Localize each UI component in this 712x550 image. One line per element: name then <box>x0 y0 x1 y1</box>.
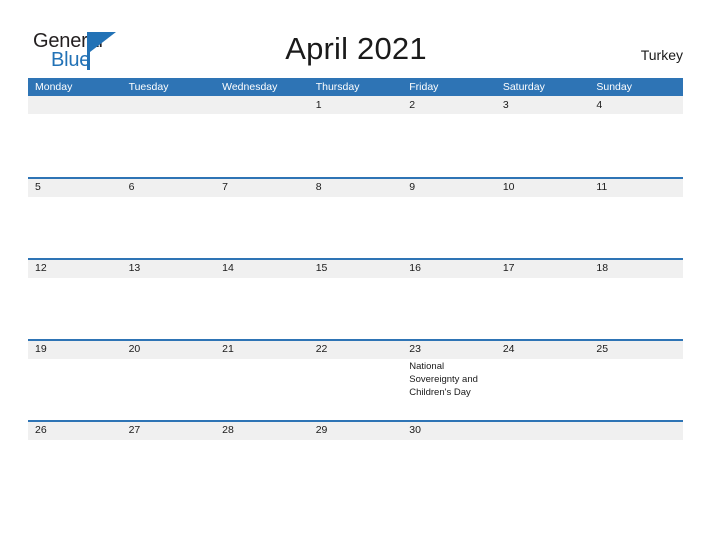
day-number: 26 <box>35 424 47 436</box>
calendar-day-cell[interactable]: 22 <box>309 339 403 420</box>
day-number: 17 <box>502 262 515 274</box>
page-header: General Blue April 2021 Turkey <box>0 0 712 78</box>
day-number: 14 <box>222 262 234 274</box>
day-number: 27 <box>128 424 141 436</box>
calendar-day-cell[interactable] <box>589 420 683 501</box>
calendar-day-cell[interactable] <box>496 420 590 501</box>
day-number: 24 <box>502 343 515 355</box>
weekday-header-sunday: Sunday <box>596 81 632 93</box>
day-number: 18 <box>596 262 609 274</box>
calendar-day-cell[interactable]: 15 <box>309 258 403 339</box>
page-title: April 2021 <box>285 31 427 66</box>
weekday-header-thursday: Thursday <box>315 81 360 93</box>
calendar-grid: Monday Tuesday Wednesday Thursday Friday… <box>28 78 683 501</box>
day-number: 19 <box>35 343 47 355</box>
day-number: 3 <box>502 98 509 111</box>
calendar-day-cell[interactable]: 21 <box>215 339 309 420</box>
weekday-header-friday: Friday <box>409 81 439 93</box>
day-number: 11 <box>596 181 608 193</box>
day-number: 12 <box>35 262 47 274</box>
day-number: 30 <box>409 424 421 436</box>
calendar-day-cell[interactable]: 1 <box>309 96 403 177</box>
day-number: 20 <box>128 343 141 355</box>
calendar-day-cell[interactable]: 30 <box>402 420 496 501</box>
calendar-day-cell[interactable]: 27 <box>122 420 216 501</box>
calendar-day-cell[interactable]: 29 <box>309 420 403 501</box>
weekday-header-saturday: Saturday <box>502 81 545 93</box>
calendar-week-row: 5 6 7 8 9 10 11 <box>28 177 683 258</box>
day-number: 10 <box>502 181 515 193</box>
calendar-week-row: 1 2 3 4 <box>28 96 683 177</box>
calendar-day-cell[interactable] <box>215 96 309 177</box>
day-number: 9 <box>409 181 416 193</box>
calendar-day-cell[interactable]: 10 <box>496 177 590 258</box>
day-number: 28 <box>222 424 234 436</box>
calendar-day-cell[interactable]: 11 <box>589 177 683 258</box>
day-number: 16 <box>409 262 421 274</box>
day-number: 2 <box>409 98 416 111</box>
day-number: 13 <box>128 262 141 274</box>
calendar-week-row: 12 13 14 15 16 17 18 <box>28 258 683 339</box>
day-number: 8 <box>315 181 322 193</box>
calendar-day-cell[interactable]: 8 <box>309 177 403 258</box>
weekday-header-wednesday: Wednesday <box>222 81 278 93</box>
calendar-day-cell[interactable]: 9 <box>402 177 496 258</box>
calendar-day-cell[interactable] <box>28 96 122 177</box>
calendar-day-cell[interactable]: 5 <box>28 177 122 258</box>
weekday-header-monday: Monday <box>35 81 73 93</box>
day-number: 5 <box>35 181 41 193</box>
calendar-day-cell[interactable]: 7 <box>215 177 309 258</box>
calendar-day-cell[interactable]: 4 <box>589 96 683 177</box>
calendar-day-cell[interactable]: 26 <box>28 420 122 501</box>
calendar-week-row: 26 27 28 29 30 <box>28 420 683 501</box>
calendar-day-cell[interactable] <box>122 96 216 177</box>
day-number: 15 <box>315 262 328 274</box>
calendar-day-cell[interactable]: 24 <box>496 339 590 420</box>
calendar-day-cell[interactable]: 2 <box>402 96 496 177</box>
calendar-day-cell[interactable]: 20 <box>122 339 216 420</box>
day-number: 29 <box>315 424 328 436</box>
calendar-day-cell[interactable]: 13 <box>122 258 216 339</box>
weekday-header-row: Monday Tuesday Wednesday Thursday Friday… <box>28 78 683 96</box>
day-number: 23 <box>409 343 421 355</box>
calendar-day-cell[interactable]: 28 <box>215 420 309 501</box>
calendar-day-cell[interactable]: 19 <box>28 339 122 420</box>
day-number: 7 <box>222 181 228 193</box>
calendar-day-cell[interactable]: 17 <box>496 258 590 339</box>
calendar-day-cell[interactable]: 14 <box>215 258 309 339</box>
region-label: Turkey <box>640 47 683 63</box>
calendar-week-row: 19 20 21 22 23 National Sovereignty and … <box>28 339 683 420</box>
calendar-day-cell[interactable]: 12 <box>28 258 122 339</box>
calendar-day-cell[interactable]: 23 National Sovereignty and Children's D… <box>402 339 496 420</box>
calendar-day-cell[interactable]: 6 <box>122 177 216 258</box>
calendar-day-cell[interactable]: 16 <box>402 258 496 339</box>
weekday-header-tuesday: Tuesday <box>128 81 169 93</box>
day-number: 1 <box>315 98 322 111</box>
day-number: 4 <box>596 98 603 111</box>
day-number: 6 <box>128 181 135 193</box>
day-number: 25 <box>596 343 609 355</box>
calendar-day-cell[interactable]: 3 <box>496 96 590 177</box>
day-number: 22 <box>315 343 328 355</box>
calendar-day-cell[interactable]: 25 <box>589 339 683 420</box>
calendar-event-label: National Sovereignty and Children's Day <box>409 361 478 398</box>
day-number: 21 <box>222 343 234 355</box>
calendar-day-cell[interactable]: 18 <box>589 258 683 339</box>
